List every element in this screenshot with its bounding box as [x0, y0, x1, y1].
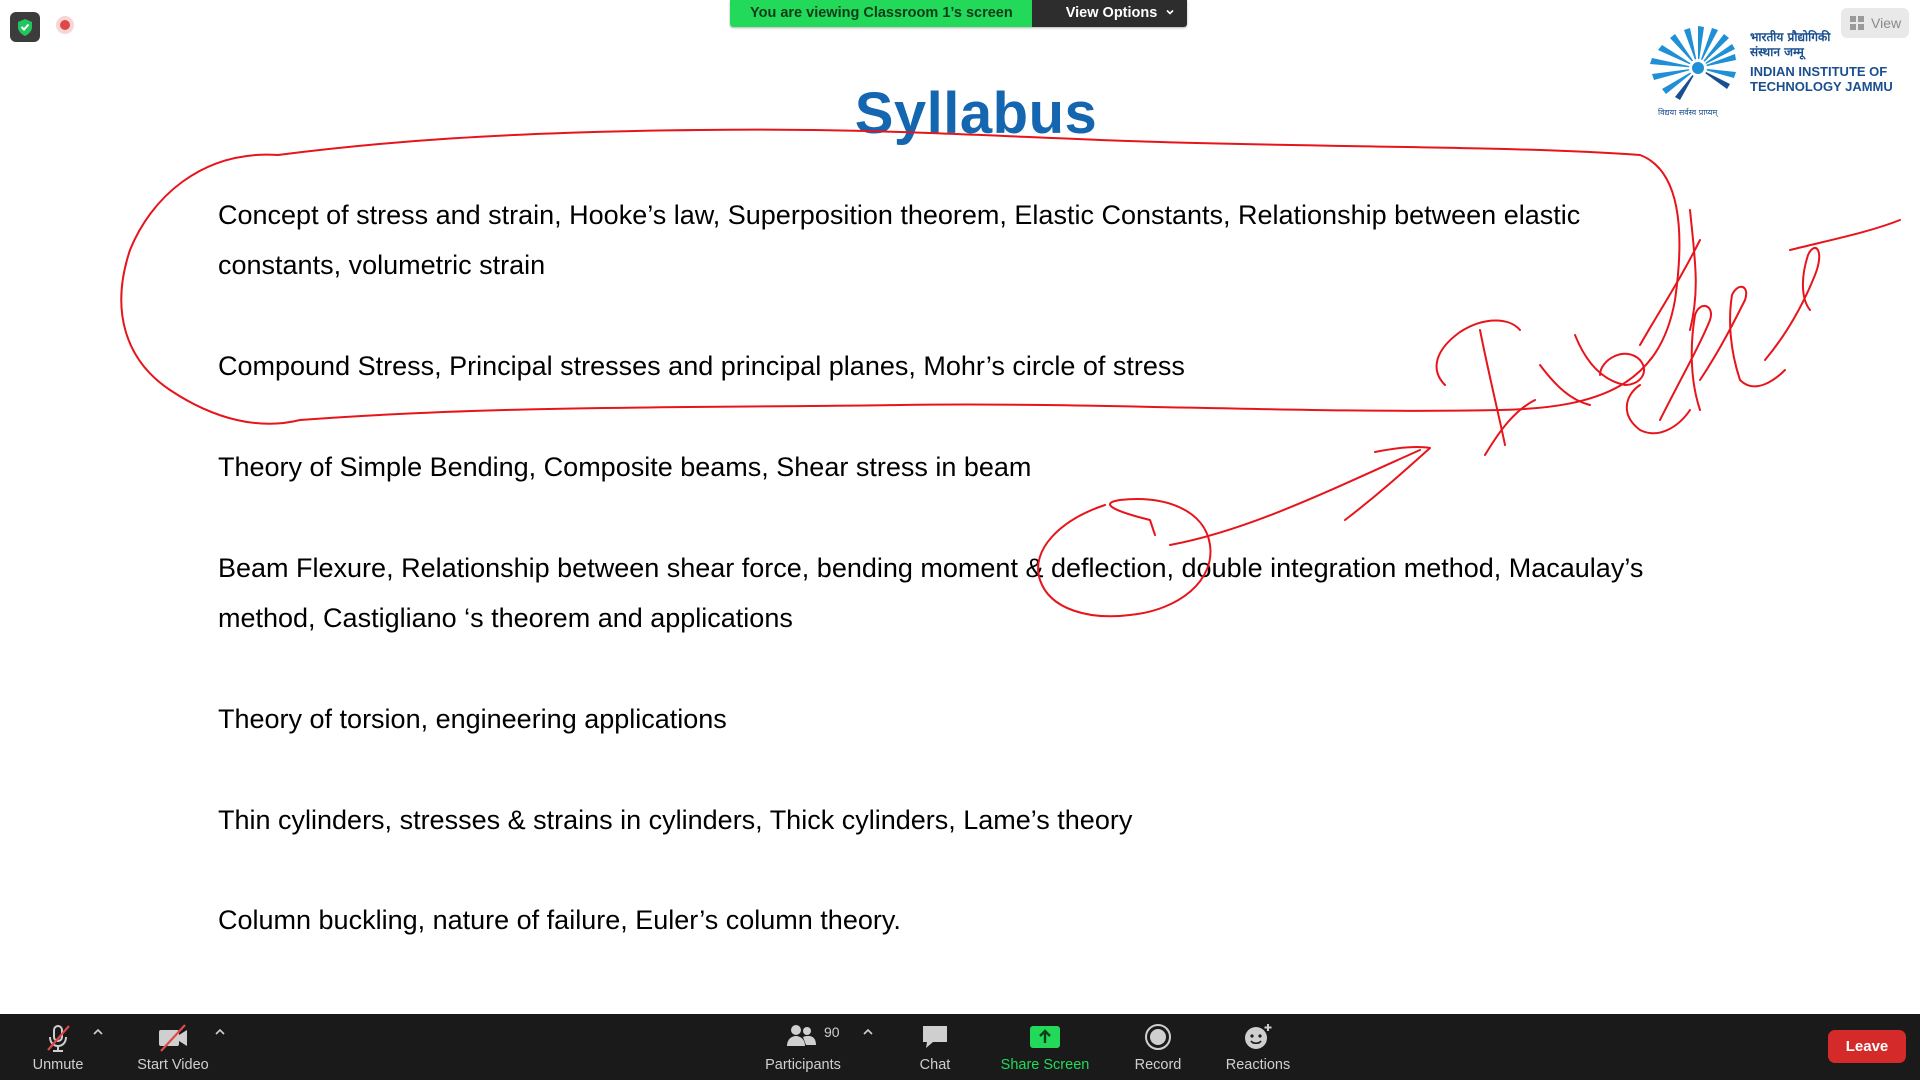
- chevron-up-icon: [93, 1028, 103, 1035]
- video-camera-off-icon: [159, 1024, 187, 1052]
- participants-label: Participants: [765, 1057, 841, 1073]
- record-button[interactable]: Record: [1122, 1014, 1194, 1080]
- unmute-button[interactable]: Unmute: [20, 1014, 96, 1080]
- leave-button[interactable]: Leave: [1828, 1030, 1906, 1063]
- grid-icon: [1850, 16, 1864, 30]
- view-layout-button[interactable]: View: [1841, 8, 1909, 38]
- pen-annotations: [120, 128, 1901, 618]
- share-screen-label: Share Screen: [1000, 1057, 1090, 1073]
- audio-options-caret[interactable]: [90, 1014, 106, 1080]
- shared-screen: Syllabus Concept of stress and strain, H…: [0, 0, 1920, 1014]
- record-label: Record: [1134, 1057, 1182, 1073]
- start-video-label: Start Video: [137, 1057, 209, 1073]
- annotation-deflection-circle: [1037, 498, 1212, 618]
- view-layout-label: View: [1871, 15, 1902, 31]
- participants-options-caret[interactable]: [860, 1014, 876, 1080]
- viewing-screen-text: You are viewing Classroom 1’s screen: [730, 0, 1032, 27]
- share-screen-icon: [1030, 1026, 1060, 1048]
- participants-icon: [787, 1025, 816, 1046]
- chat-button[interactable]: Chat: [900, 1014, 970, 1080]
- participants-count: 90: [824, 1024, 840, 1040]
- chevron-down-icon: [1166, 9, 1174, 15]
- chat-bubble-icon: [923, 1026, 947, 1048]
- security-shield-icon[interactable]: [10, 12, 40, 42]
- record-icon: [1145, 1024, 1171, 1050]
- emoji-reaction-icon: [1245, 1024, 1272, 1049]
- annotation-ellipse-scribble: [120, 128, 1681, 425]
- view-options-label: View Options: [1065, 5, 1158, 21]
- view-options-button[interactable]: View Options: [1031, 0, 1188, 27]
- recording-indicator-icon: [56, 16, 74, 34]
- meeting-toolbar: Unmute Start Video 90 Participants Chat …: [0, 1014, 1920, 1080]
- share-screen-button[interactable]: Share Screen: [995, 1014, 1095, 1080]
- chat-label: Chat: [919, 1057, 951, 1073]
- chevron-up-icon: [863, 1028, 873, 1035]
- video-options-caret[interactable]: [212, 1014, 228, 1080]
- reactions-button[interactable]: Reactions: [1215, 1014, 1301, 1080]
- chevron-up-icon: [215, 1028, 225, 1035]
- microphone-muted-icon: [47, 1025, 70, 1052]
- annotation-arrow: [1169, 446, 1431, 546]
- reactions-label: Reactions: [1225, 1057, 1291, 1073]
- participants-button[interactable]: 90 Participants: [758, 1014, 848, 1080]
- unmute-label: Unmute: [32, 1057, 84, 1073]
- start-video-button[interactable]: Start Video: [130, 1014, 216, 1080]
- screen-share-banner: You are viewing Classroom 1’s screen Vie…: [730, 0, 1188, 27]
